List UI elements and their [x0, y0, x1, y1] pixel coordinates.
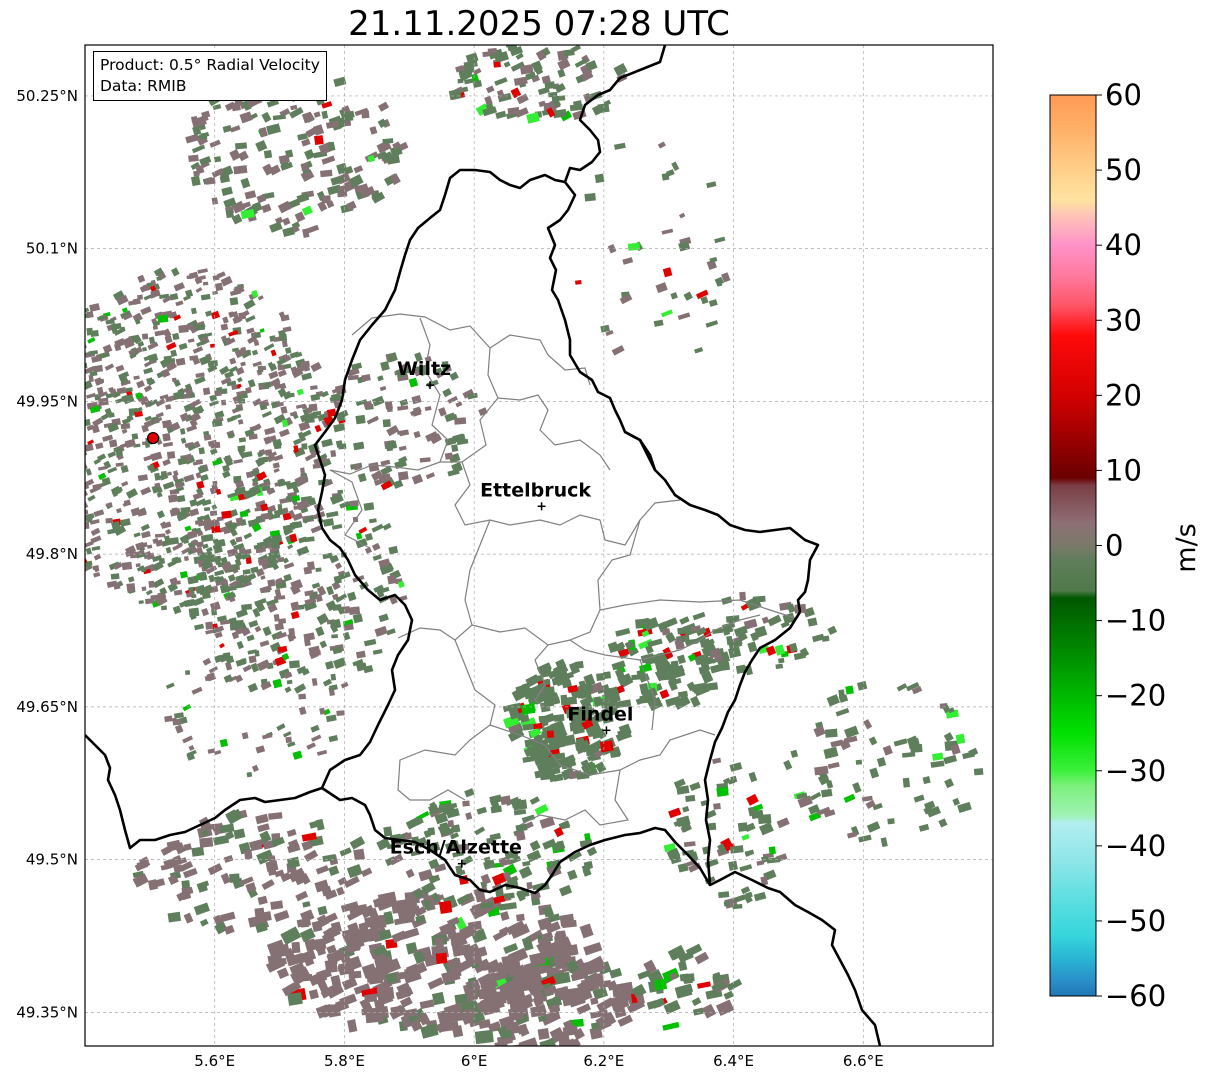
colorbar-tick-label: 60 [1105, 78, 1142, 112]
colorbar-gradient [1049, 94, 1097, 997]
colorbar: 60 50 40 30 20 10 0 −10 −20 −30 −40 −50 −60 m/s [1049, 78, 1202, 1013]
lon-tick-label: 5.8°E [324, 1052, 365, 1070]
lat-tick-label: 49.8°N [26, 545, 78, 563]
colorbar-tick-label: −40 [1105, 829, 1166, 863]
colorbar-tick-label: −10 [1105, 604, 1166, 638]
lat-tick-label: 49.5°N [26, 851, 78, 869]
lon-tick-label: 6.6°E [843, 1052, 884, 1070]
product-info-box: Product: 0.5° Radial Velocity Data: RMIB [93, 51, 327, 101]
city-label: Findel [567, 703, 633, 725]
lat-tick-label: 49.35°N [16, 1003, 78, 1021]
lon-tick-label: 6.2°E [583, 1052, 624, 1070]
city-label: Wiltz [397, 358, 451, 380]
colorbar-tick-label: 50 [1105, 153, 1142, 187]
colorbar-tick-label: −60 [1105, 979, 1166, 1013]
colorbar-tick-label: 10 [1105, 453, 1142, 487]
colorbar-tick-label: 20 [1105, 378, 1142, 412]
colorbar-unit-label: m/s [1171, 523, 1202, 572]
lat-tick-label: 49.95°N [16, 392, 78, 410]
city-label: Ettelbruck [480, 479, 591, 501]
colorbar-tick-label: 30 [1105, 303, 1142, 337]
lon-tick-label: 5.6°E [194, 1052, 235, 1070]
colorbar-tick-label: −20 [1105, 679, 1166, 713]
lat-tick-label: 50.25°N [16, 87, 78, 105]
lon-tick-label: 6°E [461, 1052, 488, 1070]
map-panel: Wiltz Ettelbruck Findel Esch/Alzette [84, 44, 994, 1047]
radar-figure: Wiltz Ettelbruck Findel Esch/Alzette 5.6°E 5… [16, 44, 1202, 1070]
lon-tick-label: 6.4°E [713, 1052, 754, 1070]
colorbar-ticks: 60 50 40 30 20 10 0 −10 −20 −30 −40 −50 −60 [1096, 78, 1166, 1013]
data-source-label: Data: RMIB [100, 77, 187, 95]
colorbar-tick-label: 40 [1105, 228, 1142, 262]
colorbar-tick-label: −50 [1105, 904, 1166, 938]
product-label: Product: 0.5° Radial Velocity [100, 56, 320, 74]
lat-tick-label: 50.1°N [26, 240, 78, 258]
radar-site-marker [147, 431, 160, 445]
colorbar-tick-label: −30 [1105, 754, 1166, 788]
city-label: Esch/Alzette [390, 837, 522, 859]
lat-tick-label: 49.65°N [16, 698, 78, 716]
colorbar-tick-label: 0 [1105, 529, 1123, 563]
